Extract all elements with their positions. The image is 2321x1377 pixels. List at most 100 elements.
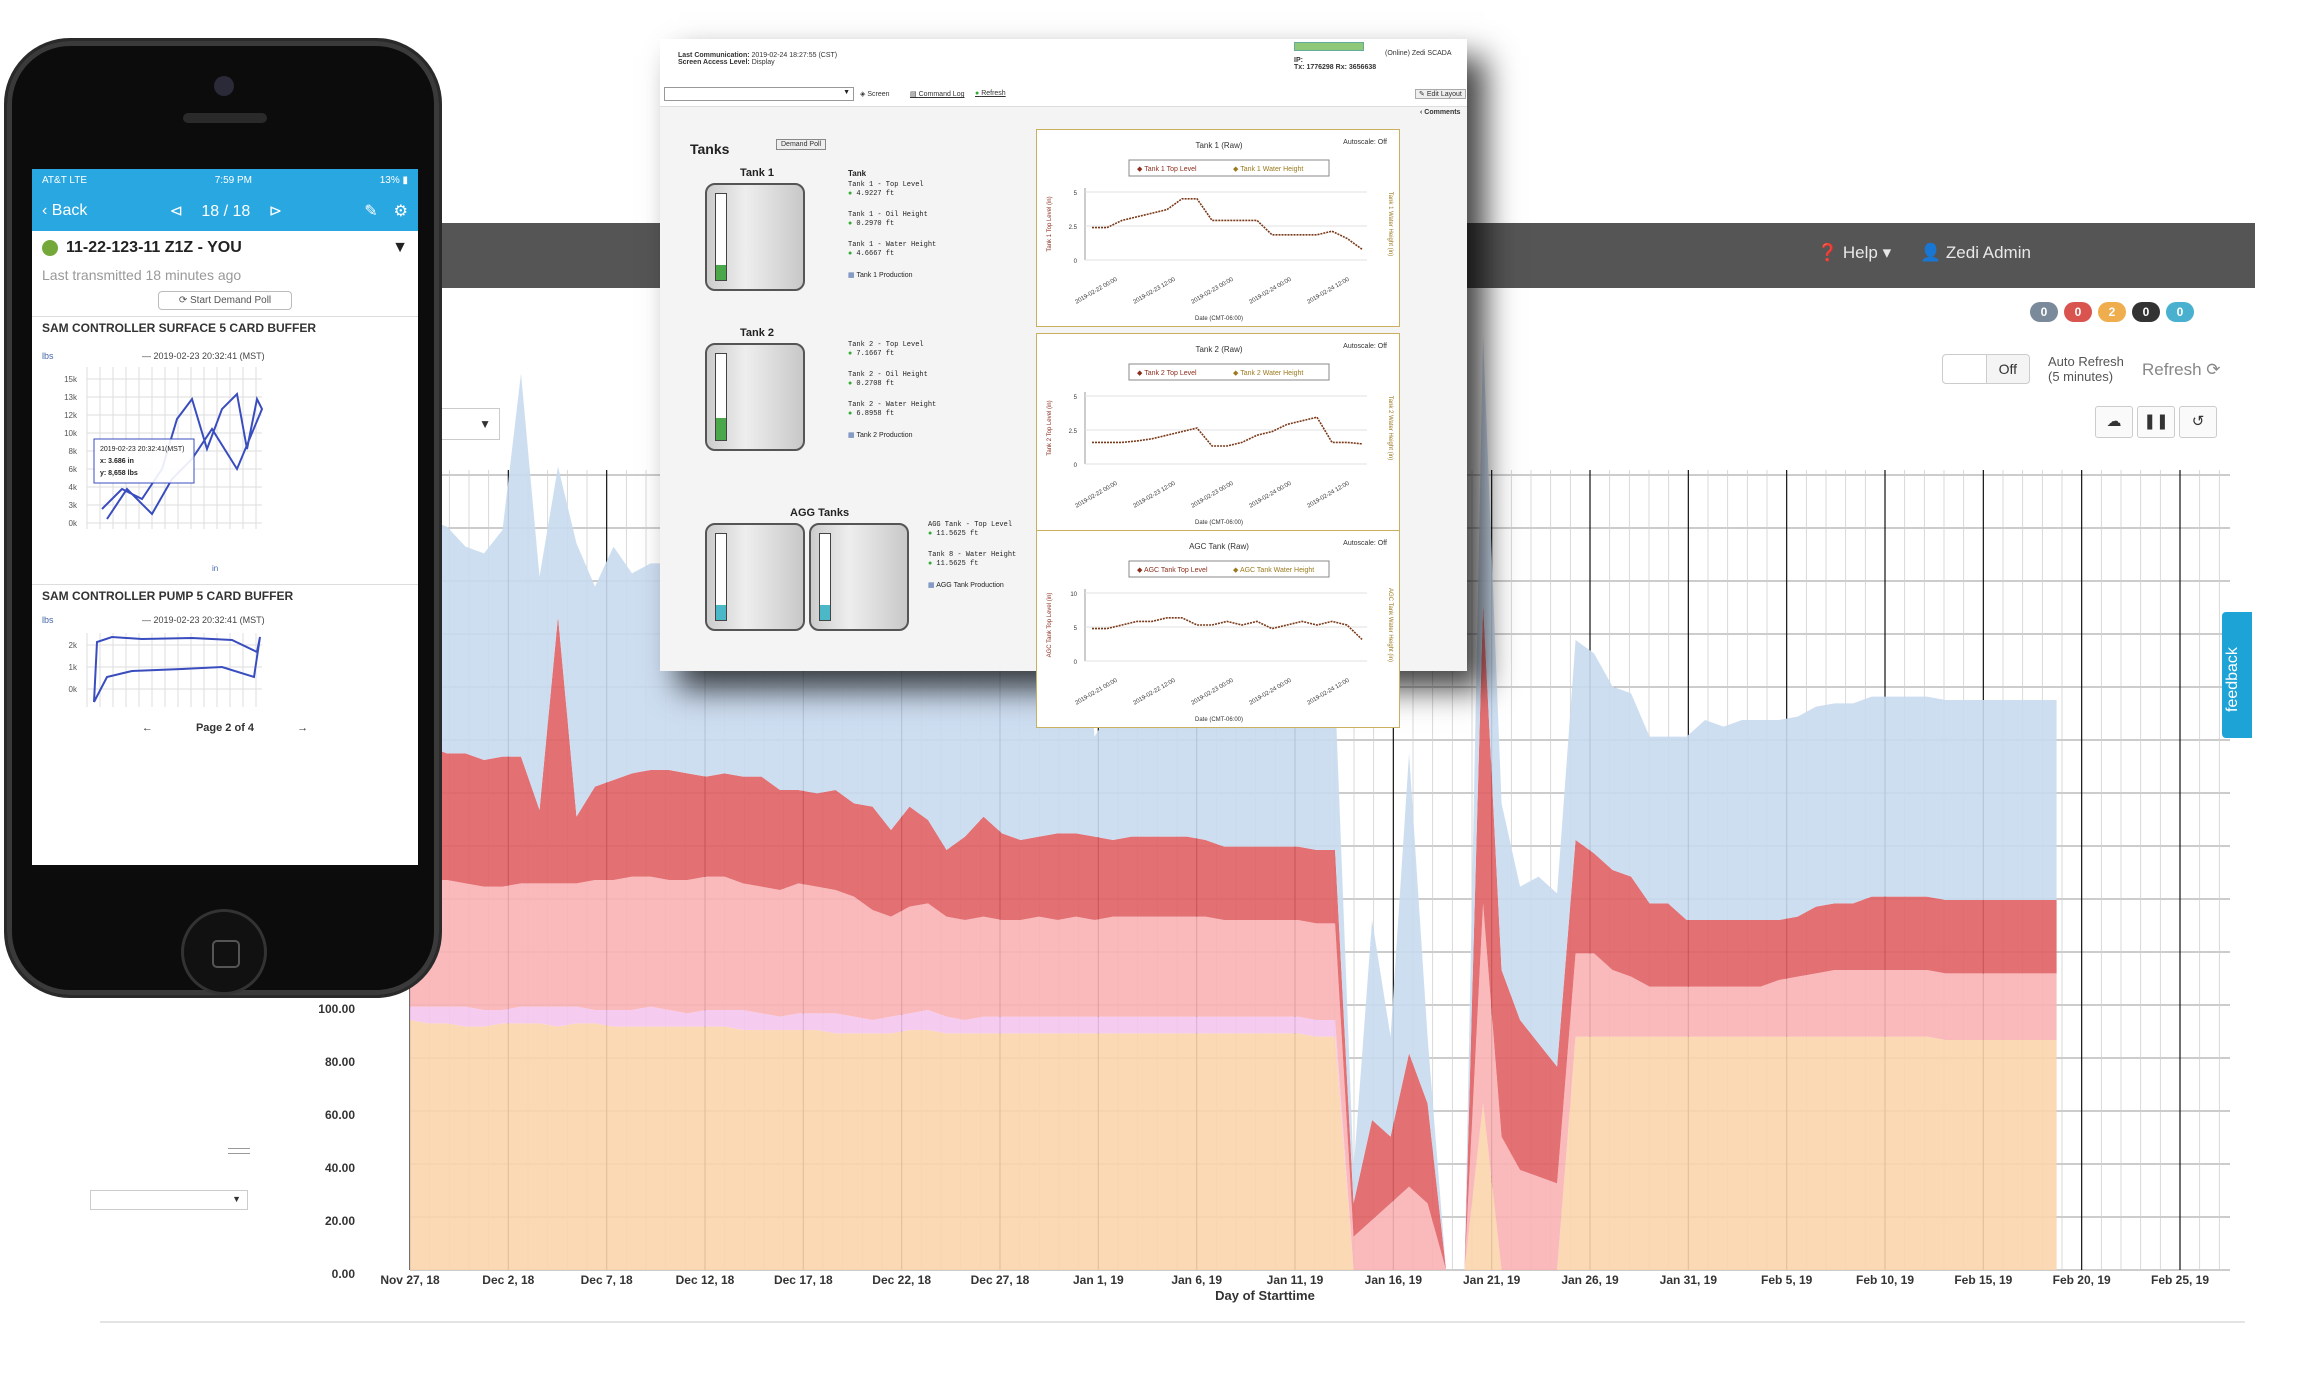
demand-poll-button[interactable]: Demand Poll xyxy=(776,139,827,150)
tooltip-line: y: 8,658 lbs xyxy=(100,470,138,477)
x-axis-label: Day of Starttime xyxy=(1215,1288,1315,1303)
x-tick-label: Dec 7, 18 xyxy=(581,1273,633,1287)
signal-bar xyxy=(1294,42,1364,51)
card-curve xyxy=(93,635,261,703)
tank-reading: Tank 1 - Water Height ● 4.6667 ft xyxy=(848,241,937,258)
y-tick-label: 40.00 xyxy=(325,1161,355,1175)
pause-button[interactable]: ❚❚ xyxy=(2137,406,2175,438)
tank-reading: AGG Tank - Top Level ● 11.5625 ft xyxy=(928,521,1013,538)
tank-reading: Tank 2 - Top Level ● 7.1667 ft xyxy=(848,341,924,358)
tank-graphic[interactable] xyxy=(705,523,805,631)
y-axis-ticks: 100.00 80.00 60.00 40.00 20.00 0.00 xyxy=(318,1002,355,1281)
y-tick-label: 2.5 xyxy=(1069,225,1078,231)
divider xyxy=(228,1148,250,1149)
home-button[interactable] xyxy=(181,909,267,995)
last-transmitted: Last transmitted 18 minutes ago xyxy=(42,267,242,283)
feedback-tab[interactable]: feedback xyxy=(2222,612,2252,738)
x-tick-label: 2019-02-23 00:00 xyxy=(1190,276,1235,305)
scada-panel: Last Communication: 2019-02-24 18:27:55 … xyxy=(660,39,1467,728)
x-tick-label: Feb 10, 19 xyxy=(1856,1273,1914,1287)
x-tick-label: Jan 26, 19 xyxy=(1561,1273,1619,1287)
production-link[interactable]: ▦ Tank 1 Production xyxy=(848,271,913,279)
auto-refresh-toggle[interactable]: Off xyxy=(1942,354,2030,384)
well-header[interactable]: 11-22-123-11 Z1Z - YOU ▼ xyxy=(32,231,418,265)
x-tick-label: 2019-02-23 12:00 xyxy=(1132,480,1177,509)
settings-icon[interactable]: ⚙ xyxy=(394,201,408,221)
status-bar: AT&T LTE 7:59 PM 13% ▮ xyxy=(32,169,418,191)
x-tick-label: Dec 22, 18 xyxy=(872,1273,931,1287)
x-tick-label: 2019-02-24 00:00 xyxy=(1248,480,1293,509)
tank-graphic[interactable] xyxy=(705,343,805,451)
comments-link[interactable]: ‹ Comments xyxy=(1420,109,1460,116)
y-axis-label: AGC Tank Top Level (in) xyxy=(1047,593,1053,658)
back-button[interactable]: ‹ Back xyxy=(42,202,87,220)
chart-title: Tank 2 (Raw) xyxy=(1195,345,1242,354)
alarm-badge[interactable]: 0 xyxy=(2064,302,2092,322)
autoscale-label: Autoscale: Off xyxy=(1343,139,1387,146)
chevron-down-icon: ▼ xyxy=(232,1194,241,1204)
alarm-badge[interactable]: 0 xyxy=(2030,302,2058,322)
chart-title: — 2019-02-23 20:32:41 (MST) xyxy=(142,615,265,625)
chevron-down-icon[interactable]: ▼ xyxy=(392,239,408,257)
chart-title: — 2019-02-23 20:32:41 (MST) xyxy=(142,351,265,361)
tank-graphic[interactable] xyxy=(705,183,805,291)
y-axis-label: Tank 1 Top Level (in) xyxy=(1047,196,1053,251)
reset-button[interactable]: ↺ xyxy=(2179,406,2217,438)
arrow-right-icon[interactable]: → xyxy=(297,722,308,734)
alarm-badge[interactable]: 0 xyxy=(2132,302,2160,322)
series-line xyxy=(1092,416,1363,447)
x-tick-label: 2019-02-24 12:00 xyxy=(1306,677,1351,706)
next-icon[interactable]: ⊳ xyxy=(269,203,282,220)
camera xyxy=(214,76,234,96)
y-tick-label: 0.00 xyxy=(332,1267,356,1281)
x-tick-label: Jan 31, 19 xyxy=(1660,1273,1718,1287)
edit-icon[interactable]: ✎ xyxy=(364,201,377,221)
previous-icon[interactable]: ⊲ xyxy=(169,203,182,220)
pump-card-chart: lbs — 2019-02-23 20:32:41 (MST) 2k 1k 0k xyxy=(42,615,265,707)
legend-entry: ◆ AGC Tank Water Height xyxy=(1233,567,1314,574)
tank-level-fill xyxy=(716,417,726,440)
refresh-button[interactable]: Refresh ⟳ xyxy=(2142,360,2221,380)
help-menu[interactable]: ❓ Help ▾ xyxy=(1817,243,1891,263)
production-link[interactable]: ▦ Tank 2 Production xyxy=(848,431,913,439)
arrow-left-icon[interactable]: ← xyxy=(142,722,153,734)
x-axis-label: Date (CMT-06:00) xyxy=(1195,316,1243,322)
phone-device: AT&T LTE 7:59 PM 13% ▮ ‹ Back ⊲ 18 / 18 … xyxy=(4,38,442,998)
tank-level-gauge xyxy=(715,533,727,621)
screen-select[interactable]: ▼ xyxy=(664,87,854,101)
tank-group-label: Tank xyxy=(848,169,867,178)
area-series xyxy=(410,1020,2057,1270)
x-tick-label: Feb 5, 19 xyxy=(1761,1273,1813,1287)
y-tick-label: 5 xyxy=(1074,395,1078,401)
x-tick-label: Dec 17, 18 xyxy=(774,1273,833,1287)
alarm-badge[interactable]: 0 xyxy=(2166,302,2194,322)
tank-graphic[interactable] xyxy=(809,523,909,631)
x-tick-label: Dec 27, 18 xyxy=(971,1273,1030,1287)
y-tick-label: 0 xyxy=(1074,259,1078,265)
command-log-link[interactable]: ▤ Command Log xyxy=(910,90,964,98)
user-menu[interactable]: 👤 Zedi Admin xyxy=(1920,243,2031,263)
start-demand-poll-button[interactable]: ⟳ Start Demand Poll xyxy=(158,291,292,310)
alarm-badge[interactable]: 2 xyxy=(2098,302,2126,322)
chart-pager: ← Page 2 of 4 → xyxy=(141,722,309,734)
cloud-download-button[interactable]: ☁ xyxy=(2095,406,2133,438)
autoscale-label: Autoscale: Off xyxy=(1343,540,1387,547)
filter-select[interactable]: ▼ xyxy=(90,1190,248,1210)
x-tick-label: Jan 21, 19 xyxy=(1463,1273,1521,1287)
y-tick-label: 8k xyxy=(69,447,78,456)
scada-refresh-link[interactable]: ● Refresh xyxy=(975,90,1006,97)
tanks-title: Tanks xyxy=(690,141,730,157)
edit-layout-button[interactable]: ✎ Edit Layout xyxy=(1415,89,1466,99)
tooltip-line: x: 3.686 in xyxy=(100,458,134,465)
surface-card-chart: lbs — 2019-02-23 20:32:41 (MST) 15k 13k 12k 1… xyxy=(42,351,265,573)
x-tick-label: 2019-02-24 12:00 xyxy=(1306,276,1351,305)
production-link[interactable]: ▦ AGG Tank Production xyxy=(928,581,1004,589)
x-tick-label: Feb 20, 19 xyxy=(2053,1273,2111,1287)
scada-toolbar: ▼ ◈ Screen ▤ Command Log ● Refresh ✎ Edi… xyxy=(660,83,1467,107)
y-tick-label: 1k xyxy=(69,663,78,672)
x-tick-label: Jan 1, 19 xyxy=(1073,1273,1124,1287)
help-icon: ❓ xyxy=(1817,243,1839,262)
screen-link[interactable]: ◈ Screen xyxy=(860,90,890,98)
x-tick-label: 2019-02-22 12:00 xyxy=(1132,677,1177,706)
pause-icon: ❚❚ xyxy=(2143,413,2169,430)
